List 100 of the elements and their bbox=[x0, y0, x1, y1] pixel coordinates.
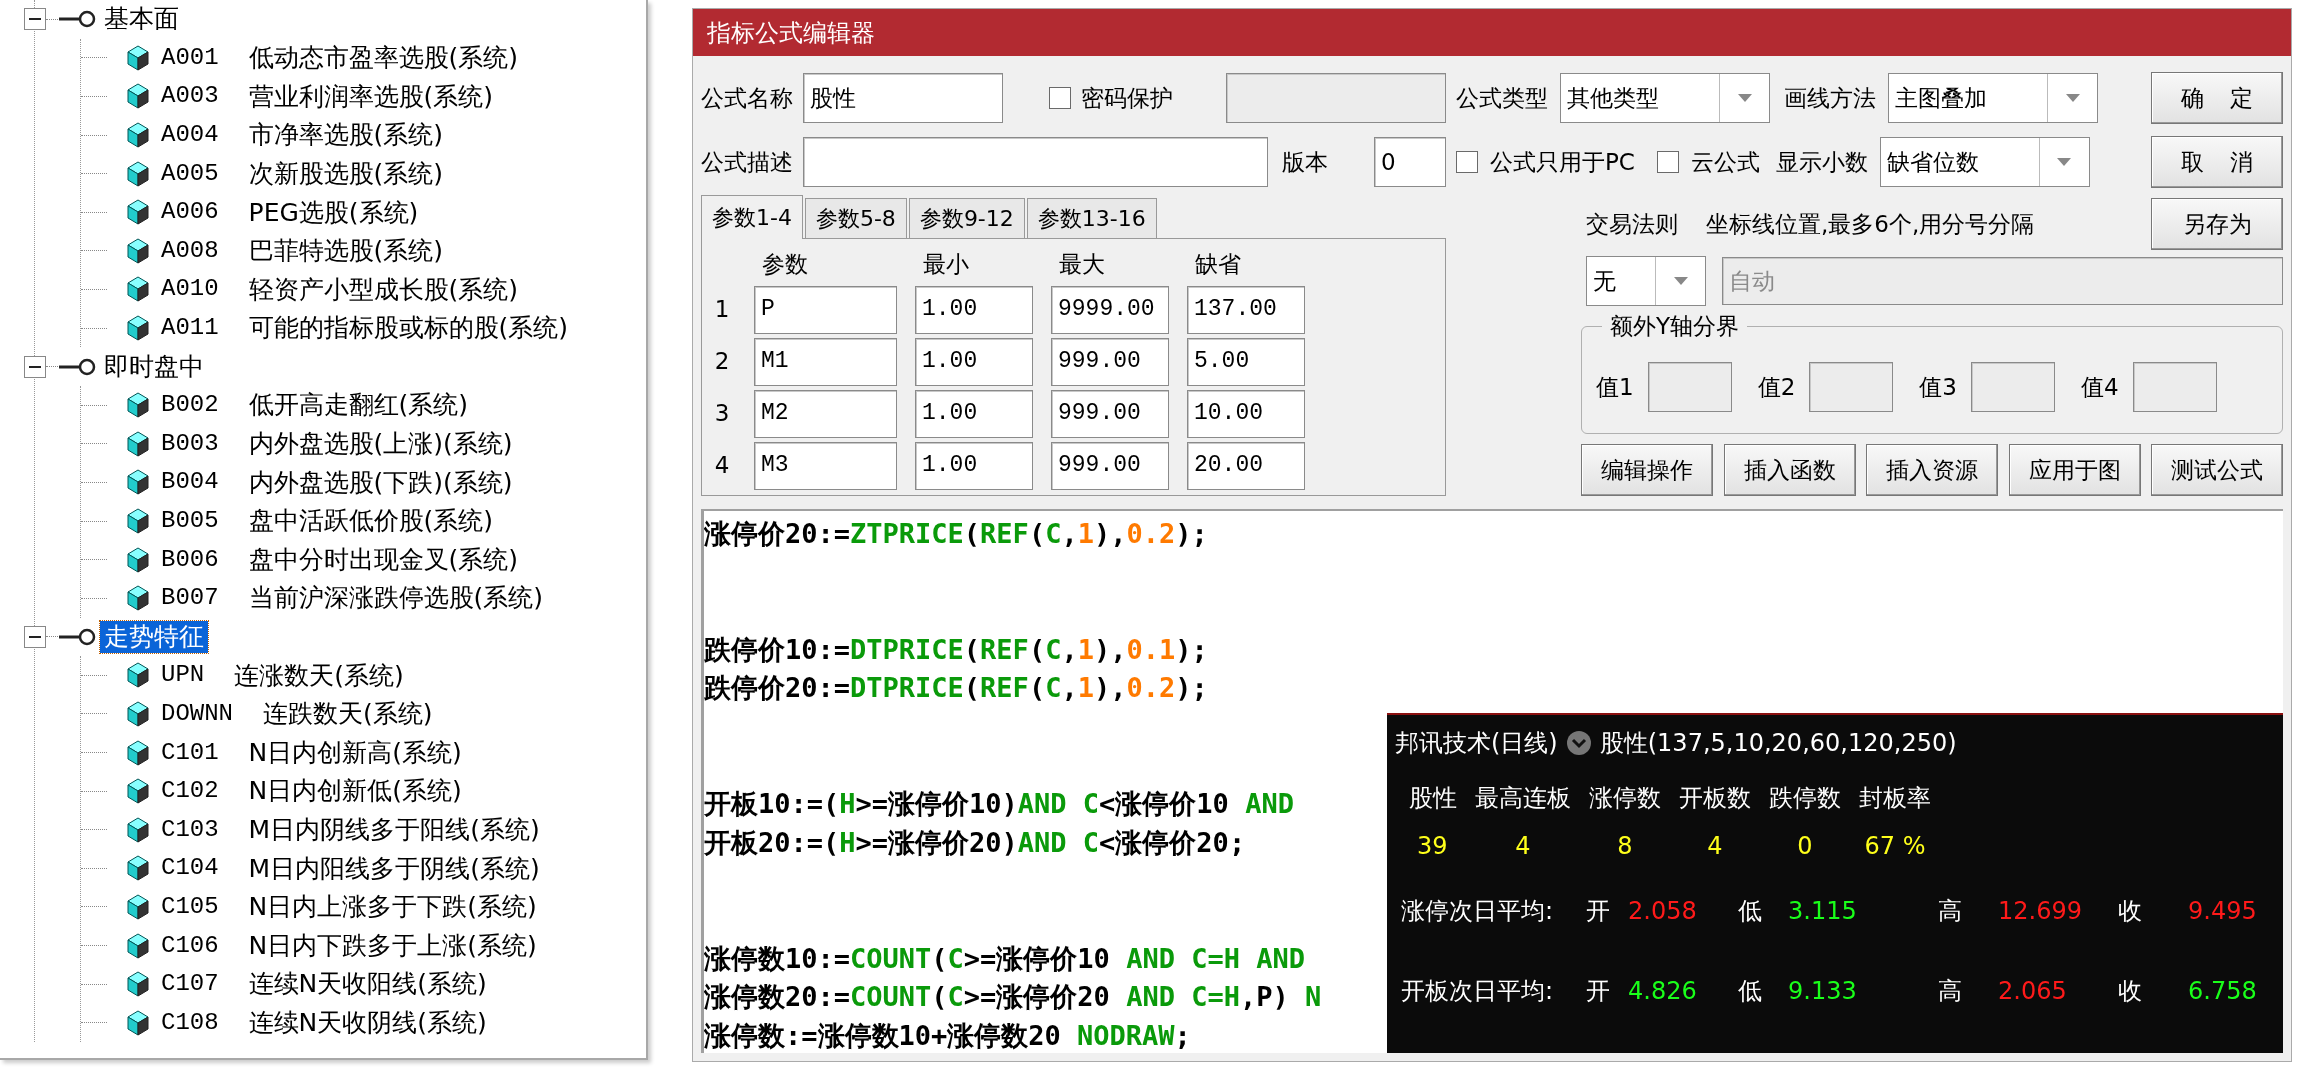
tree-item[interactable]: C104 M日内阳线多于阴线(系统) bbox=[127, 849, 540, 888]
stat-value: 4.826 bbox=[1628, 976, 1698, 1007]
tree-item[interactable]: A010 轻资产小型成长股(系统) bbox=[127, 270, 519, 309]
tab[interactable]: 参数1-4 bbox=[701, 195, 803, 239]
tree-item[interactable]: A011 可能的指标股或标的股(系统) bbox=[127, 309, 569, 347]
caret-icon bbox=[2064, 93, 2081, 103]
dropdown[interactable]: 缺省位数 bbox=[1879, 137, 2090, 187]
tree-item[interactable]: C103 M日内阴线多于阳线(系统) bbox=[127, 811, 540, 849]
cube-icon bbox=[127, 122, 149, 149]
tree-item[interactable]: A005 次新股选股(系统) bbox=[127, 154, 444, 193]
button[interactable]: 应用于图 bbox=[2008, 444, 2141, 496]
param-field[interactable]: 10.00 bbox=[1187, 389, 1305, 438]
tree-item[interactable]: A008 巴菲特选股(系统) bbox=[127, 232, 444, 270]
stat-value: 4 bbox=[1514, 831, 1532, 862]
field-label: 值4 bbox=[2080, 372, 2119, 402]
tree-item[interactable]: DOWNN 连跌数天(系统) bbox=[127, 695, 433, 733]
tab[interactable]: 参数5-8 bbox=[804, 198, 907, 238]
field-label: 画线方法 bbox=[1784, 83, 1876, 113]
param-field[interactable]: 9999.00 bbox=[1051, 285, 1169, 334]
code-line: 开板20:=(H>=涨停价20)AND C<涨停价20; bbox=[704, 825, 1246, 860]
tree-item[interactable]: A003 营业利润率选股(系统) bbox=[127, 77, 494, 116]
tree-item[interactable]: C102 N日内创新低(系统) bbox=[127, 772, 462, 810]
tree-item[interactable]: B004 内外盘选股(下跌)(系统) bbox=[127, 463, 513, 502]
field-label: 值3 bbox=[1919, 372, 1957, 402]
tree-item[interactable]: B005 盘中活跃低价股(系统) bbox=[127, 502, 494, 540]
param-field[interactable]: P bbox=[754, 285, 897, 334]
code-line: 跌停价10:=DTPRICE(REF(C,1),0.1); bbox=[704, 632, 1208, 667]
param-field[interactable]: 1.00 bbox=[915, 389, 1033, 438]
button[interactable]: 取 消 bbox=[2151, 136, 2283, 188]
param-field[interactable]: 999.00 bbox=[1051, 389, 1169, 438]
param-field[interactable]: 999.00 bbox=[1051, 441, 1169, 490]
button[interactable]: 插入资源 bbox=[1866, 444, 1998, 496]
tab[interactable]: 参数9-12 bbox=[908, 198, 1025, 238]
tree-item[interactable]: C107 连续N天收阳线(系统) bbox=[127, 965, 487, 1003]
field-label: 显示小数 bbox=[1775, 147, 1868, 177]
param-field[interactable]: 5.00 bbox=[1187, 337, 1305, 386]
button[interactable]: 插入函数 bbox=[1723, 444, 1856, 496]
dropdown[interactable]: 主图叠加 bbox=[1888, 73, 2098, 123]
field-label: 版本 bbox=[1282, 147, 1328, 177]
checkbox[interactable] bbox=[1049, 87, 1071, 109]
name-field[interactable]: 股性 bbox=[803, 73, 1003, 123]
code-line: 涨停数20:=COUNT(C>=涨停价20 AND C=H,P) N bbox=[704, 980, 1322, 1015]
button[interactable]: 测试公式 bbox=[2151, 444, 2283, 496]
row-label: 涨停次日平均: bbox=[1401, 896, 1555, 927]
param-field[interactable]: 1.00 bbox=[915, 285, 1033, 334]
caret-icon bbox=[1672, 276, 1689, 286]
tree-group-label[interactable]: 走势特征 bbox=[100, 620, 208, 653]
param-field[interactable]: 1.00 bbox=[915, 337, 1033, 386]
tree-item[interactable]: UPN 连涨数天(系统) bbox=[127, 656, 404, 695]
cube-icon bbox=[127, 932, 149, 959]
param-field[interactable]: 1.00 bbox=[915, 441, 1033, 490]
param-field[interactable]: 999.00 bbox=[1051, 337, 1169, 386]
collapse-icon[interactable] bbox=[24, 625, 46, 648]
param-field[interactable]: 20.00 bbox=[1187, 441, 1305, 490]
cube-icon bbox=[127, 276, 149, 303]
cube-icon bbox=[127, 546, 149, 573]
button[interactable]: 确 定 bbox=[2151, 72, 2283, 124]
cube-icon bbox=[127, 237, 149, 264]
tree-item[interactable]: C101 N日内创新高(系统) bbox=[127, 733, 462, 772]
tree-group-label[interactable]: 基本面 bbox=[100, 3, 183, 36]
stat-header: 涨停数 bbox=[1589, 783, 1661, 814]
tree-item[interactable]: A004 市净率选股(系统) bbox=[127, 116, 444, 154]
button[interactable]: 另存为 bbox=[2151, 198, 2283, 250]
field-label: 值1 bbox=[1596, 372, 1634, 402]
formula-label: 股性(137,5,10,20,60,120,250) bbox=[1599, 728, 1957, 759]
tree-item[interactable]: C105 N日内上涨多于下跌(系统) bbox=[127, 888, 537, 926]
tree-item[interactable]: B003 内外盘选股(上涨)(系统) bbox=[127, 425, 513, 463]
tree-item[interactable]: A001 低动态市盈率选股(系统) bbox=[127, 39, 519, 77]
tree-item[interactable]: B002 低开高走翻红(系统) bbox=[127, 386, 469, 424]
collapse-icon[interactable] bbox=[24, 355, 46, 378]
tab[interactable]: 参数13-16 bbox=[1026, 198, 1157, 238]
param-field[interactable]: M2 bbox=[754, 389, 897, 438]
tree-group-label[interactable]: 即时盘中 bbox=[100, 350, 208, 383]
field-label: 值2 bbox=[1757, 372, 1796, 402]
cube-icon bbox=[127, 778, 149, 805]
code-editor[interactable] bbox=[701, 509, 2283, 1053]
version-field[interactable]: 0 bbox=[1374, 137, 1446, 187]
param-field[interactable]: 137.00 bbox=[1187, 285, 1305, 334]
description-field[interactable] bbox=[803, 137, 1268, 187]
stat-label: 低 bbox=[1738, 896, 1763, 927]
tree-item[interactable]: B006 盘中分时出现金叉(系统) bbox=[127, 540, 519, 579]
collapse-icon[interactable] bbox=[24, 8, 46, 31]
dropdown[interactable]: 其他类型 bbox=[1560, 73, 1770, 123]
column-header: 缺省 bbox=[1194, 250, 1242, 279]
tree-item[interactable]: C108 连续N天收阴线(系统) bbox=[127, 1004, 487, 1042]
checkbox[interactable] bbox=[1456, 151, 1478, 173]
field-label: 公式名称 bbox=[701, 83, 793, 113]
cube-icon bbox=[127, 1009, 149, 1036]
column-header: 参数 bbox=[761, 250, 809, 279]
dropdown[interactable]: 无 bbox=[1586, 256, 1706, 306]
chart-title: 邦讯技术(日线) bbox=[1395, 728, 1558, 759]
cube-icon bbox=[127, 816, 149, 843]
tree-item[interactable]: A006 PEG选股(系统) bbox=[127, 193, 419, 231]
cube-icon bbox=[127, 469, 149, 496]
param-field[interactable]: M3 bbox=[754, 441, 897, 490]
param-field[interactable]: M1 bbox=[754, 337, 897, 386]
tree-item[interactable]: C106 N日内下跌多于上涨(系统) bbox=[127, 926, 537, 965]
button[interactable]: 编辑操作 bbox=[1581, 444, 1713, 496]
checkbox[interactable] bbox=[1656, 151, 1679, 173]
tree-item[interactable]: B007 当前沪深涨跌停选股(系统) bbox=[127, 579, 544, 617]
